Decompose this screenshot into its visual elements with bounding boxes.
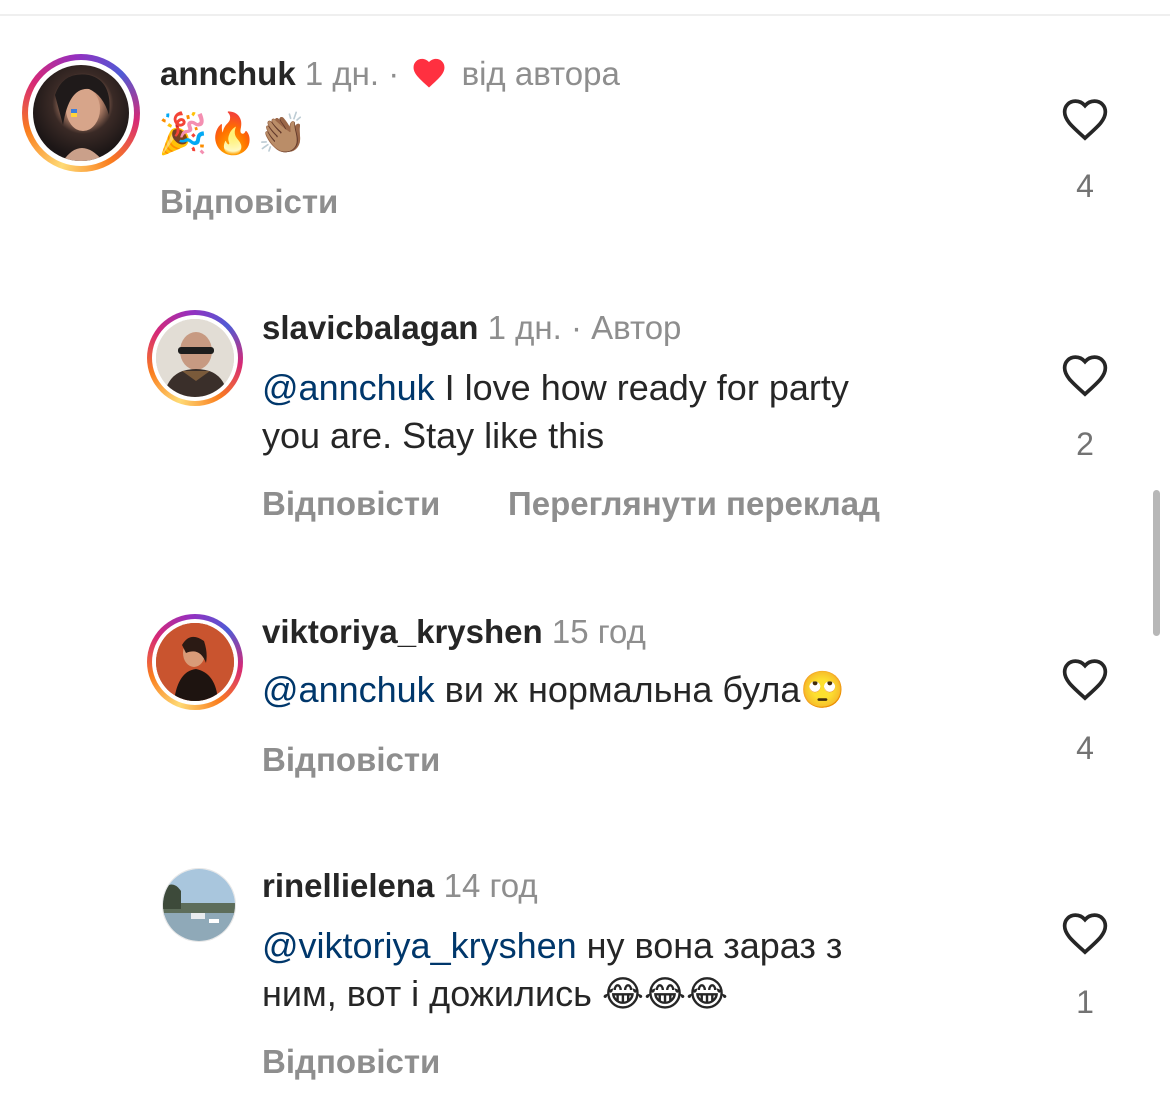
- emoji: 😂😂😂: [601, 973, 729, 1014]
- reply-button[interactable]: Відповісти: [262, 484, 440, 524]
- comment-text-line1: ну вона зараз з: [576, 925, 843, 966]
- timestamp: 15 год: [551, 613, 646, 650]
- separator-dot: ·: [388, 55, 400, 92]
- comment-text: 🎉🔥👏🏽: [158, 112, 308, 156]
- comment-text: @viktoriya_kryshen ну вона зараз з ним, …: [262, 922, 1022, 1018]
- like-count: 2: [1076, 426, 1094, 462]
- see-translation-button[interactable]: Переглянути переклад: [508, 484, 880, 524]
- username[interactable]: annchuk: [160, 55, 296, 92]
- comment-header: annchuk 1 дн. · від автора: [160, 54, 620, 94]
- author-label: Автор: [591, 309, 682, 346]
- like-count: 4: [1076, 168, 1094, 204]
- avatar[interactable]: [162, 868, 236, 942]
- comment-header: rinellielena 14 год: [262, 866, 538, 906]
- avatar-photo-icon: [156, 319, 234, 397]
- avatar: [33, 65, 129, 161]
- top-divider: [0, 14, 1170, 16]
- separator-dot: ·: [570, 309, 582, 346]
- scrollbar[interactable]: [1153, 490, 1160, 636]
- like-count: 4: [1076, 730, 1094, 766]
- avatar-story-ring[interactable]: [22, 54, 140, 172]
- avatar-photo-icon: [55, 74, 110, 161]
- reply-button[interactable]: Відповісти: [262, 740, 440, 780]
- avatar: [156, 623, 234, 701]
- heart-outline-icon[interactable]: [1059, 908, 1111, 956]
- avatar: [156, 319, 234, 397]
- username[interactable]: viktoriya_kryshen: [262, 613, 543, 650]
- comment-text: @annchuk ви ж нормальна була🙄: [262, 666, 1022, 714]
- heart-outline-icon[interactable]: [1059, 654, 1111, 702]
- mention-link[interactable]: @annchuk: [262, 367, 435, 408]
- reply-button[interactable]: Відповісти: [160, 182, 338, 222]
- timestamp: 1 дн.: [304, 55, 380, 92]
- avatar-photo-icon: [156, 623, 234, 701]
- timestamp: 14 год: [443, 867, 538, 904]
- like-count: 1: [1076, 984, 1094, 1020]
- comment-text-line2: you are. Stay like this: [262, 415, 605, 456]
- timestamp: 1 дн.: [487, 309, 562, 346]
- avatar-story-ring[interactable]: [147, 614, 243, 710]
- heart-filled-icon: [413, 58, 445, 88]
- reply-button[interactable]: Відповісти: [262, 1042, 440, 1082]
- liked-by-author-label: від автора: [461, 55, 620, 92]
- comment-text: @annchuk I love how ready for party you …: [262, 364, 1022, 460]
- comment-header: slavicbalagan 1 дн. · Автор: [262, 308, 681, 348]
- comment-text-line2: ним, вот і дожились: [262, 973, 602, 1014]
- heart-outline-icon[interactable]: [1059, 350, 1111, 398]
- comment-text-line1: I love how ready for party: [434, 367, 849, 408]
- mention-link[interactable]: @viktoriya_kryshen: [262, 925, 577, 966]
- comment-text-line1: ви ж нормальна була: [434, 669, 801, 710]
- avatar-photo-icon: [163, 869, 235, 941]
- emoji: 🙄: [800, 669, 846, 710]
- username[interactable]: slavicbalagan: [262, 309, 478, 346]
- heart-outline-icon[interactable]: [1059, 94, 1111, 142]
- mention-link[interactable]: @annchuk: [262, 669, 435, 710]
- comment-header: viktoriya_kryshen 15 год: [262, 612, 646, 652]
- username[interactable]: rinellielena: [262, 867, 434, 904]
- avatar-story-ring[interactable]: [147, 310, 243, 406]
